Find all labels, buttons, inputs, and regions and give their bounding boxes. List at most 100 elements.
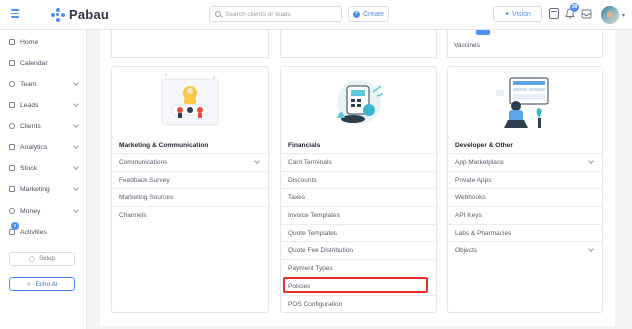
sparkle-icon: ✦ — [504, 11, 510, 18]
marketing-communication-card: Marketing & Communication Communications… — [111, 66, 269, 313]
vision-button-label: Vision — [511, 10, 531, 18]
sidebar: Home Calendar Team Leads Clients Analyti… — [0, 30, 87, 329]
chevron-down-icon — [73, 101, 79, 107]
chevron-down-icon — [73, 207, 79, 213]
card-item-label: Taxes — [288, 193, 305, 201]
sidebar-item-activities[interactable]: 6 Activities — [0, 222, 87, 239]
card-item-webhooks[interactable]: Webhooks — [448, 188, 602, 205]
stock-icon — [9, 165, 15, 171]
money-icon — [9, 208, 15, 214]
search-icon — [215, 11, 221, 17]
card-item-policies[interactable]: Policies — [281, 277, 436, 294]
card-item-label: Quote Fee Distribution — [288, 246, 354, 254]
team-icon — [9, 81, 15, 87]
pabau-logo-icon — [51, 7, 65, 22]
sidebar-item-label: Analytics — [20, 143, 48, 151]
card-item-label: Payment Types — [288, 264, 333, 272]
setup-button[interactable]: Setup — [9, 252, 75, 266]
inbox-icon[interactable] — [581, 8, 592, 19]
sidebar-item-analytics[interactable]: Analytics — [0, 140, 87, 154]
brand-name: Pabau — [69, 7, 110, 22]
sidebar-item-team[interactable]: Team — [0, 77, 87, 91]
sparkle-icon: ✧ — [26, 281, 32, 288]
vaccines-link[interactable]: Vaccines — [454, 42, 480, 49]
chevron-down-icon — [73, 122, 79, 128]
chevron-down-icon — [73, 164, 79, 170]
new-badge — [476, 30, 490, 35]
card-item-label: Feedback Survey — [119, 176, 170, 184]
sidebar-item-label: Activities — [20, 228, 47, 236]
card-item-app-marketplace[interactable]: App Marketplace — [448, 153, 602, 170]
developer-other-card: Developer & Other App Marketplace Privat… — [447, 66, 603, 313]
card-item-invoice-templates[interactable]: Invoice Templates — [281, 206, 436, 223]
avatar[interactable] — [601, 6, 619, 24]
calendar-icon[interactable] — [549, 8, 559, 19]
card-title: Marketing & Communication — [119, 142, 209, 149]
card-item-feedback-survey[interactable]: Feedback Survey — [112, 171, 268, 188]
card-title: Developer & Other — [455, 142, 513, 149]
setup-button-label: Setup — [39, 256, 55, 262]
top-card-partial — [280, 30, 437, 58]
sidebar-item-stock[interactable]: Stock — [0, 161, 87, 175]
sidebar-item-money[interactable]: Money — [0, 204, 87, 218]
search-input[interactable] — [225, 10, 335, 18]
notification-count-badge: 38 — [570, 3, 579, 12]
card-item-label: Communications — [119, 158, 168, 166]
activities-count-badge: 6 — [11, 222, 19, 230]
chevron-down-icon — [588, 158, 594, 164]
financials-illustration — [281, 67, 436, 137]
card-item-label: Webhooks — [455, 193, 486, 201]
card-item-label: App Marketplace — [455, 158, 504, 166]
card-item-payment-types[interactable]: Payment Types — [281, 259, 436, 276]
echo-ai-button-label: Echo AI — [35, 280, 58, 288]
sidebar-item-label: Stock — [20, 164, 37, 172]
card-title: Financials — [288, 142, 321, 149]
search-box[interactable] — [209, 6, 342, 22]
home-icon — [9, 39, 15, 45]
sidebar-item-label: Leads — [20, 101, 39, 109]
chevron-down-icon — [73, 143, 79, 149]
sidebar-item-label: Marketing — [20, 185, 50, 193]
clients-icon — [9, 123, 15, 129]
echo-ai-button[interactable]: ✧ Echo AI — [9, 277, 75, 291]
card-item-channels[interactable]: Channels — [112, 206, 268, 223]
create-button[interactable]: + Create — [348, 6, 389, 22]
card-item-marketing-sources[interactable]: Marketing Sources — [112, 188, 268, 205]
card-item-communications[interactable]: Communications — [112, 153, 268, 170]
top-card-partial — [111, 30, 269, 58]
sidebar-item-label: Team — [20, 80, 37, 88]
analytics-icon — [9, 144, 15, 150]
card-item-discounts[interactable]: Discounts — [281, 171, 436, 188]
card-item-label: Invoice Templates — [288, 211, 340, 219]
chevron-down-icon — [254, 158, 260, 164]
card-item-quote-templates[interactable]: Quote Templates — [281, 224, 436, 241]
card-item-card-terminals[interactable]: Card Terminals — [281, 153, 436, 170]
gear-icon — [29, 256, 36, 262]
chevron-down-icon — [73, 185, 79, 191]
chevron-down-icon[interactable]: ▾ — [622, 12, 625, 19]
leads-icon — [9, 102, 15, 108]
sidebar-item-home[interactable]: Home — [0, 35, 87, 49]
vision-button[interactable]: ✦ Vision — [493, 6, 542, 22]
sidebar-item-marketing[interactable]: Marketing — [0, 182, 87, 196]
card-item-quote-fee-distribution[interactable]: Quote Fee Distribution — [281, 241, 436, 258]
menu-icon[interactable] — [11, 9, 19, 18]
card-item-label: Policies — [288, 282, 311, 290]
brand-logo[interactable]: Pabau — [51, 7, 109, 22]
financials-card: Financials Card Terminals Discounts Taxe… — [280, 66, 437, 313]
plus-icon: + — [352, 10, 360, 18]
chevron-down-icon — [588, 246, 594, 252]
sidebar-item-clients[interactable]: Clients — [0, 119, 87, 133]
marketing-illustration — [112, 67, 268, 137]
card-item-api-keys[interactable]: API Keys — [448, 206, 602, 223]
card-item-objects[interactable]: Objects — [448, 241, 602, 258]
card-item-taxes[interactable]: Taxes — [281, 188, 436, 205]
card-item-label: Private Apps — [455, 176, 492, 184]
card-item-private-apps[interactable]: Private Apps — [448, 171, 602, 188]
sidebar-item-calendar[interactable]: Calendar — [0, 56, 87, 70]
sidebar-item-leads[interactable]: Leads — [0, 98, 87, 112]
card-item-pos-configuration[interactable]: POS Configuration — [281, 295, 436, 312]
card-item-label: Quote Templates — [288, 229, 338, 237]
card-item-labs-pharmacies[interactable]: Labs & Pharmacies — [448, 224, 602, 241]
create-button-label: Create — [362, 10, 384, 18]
